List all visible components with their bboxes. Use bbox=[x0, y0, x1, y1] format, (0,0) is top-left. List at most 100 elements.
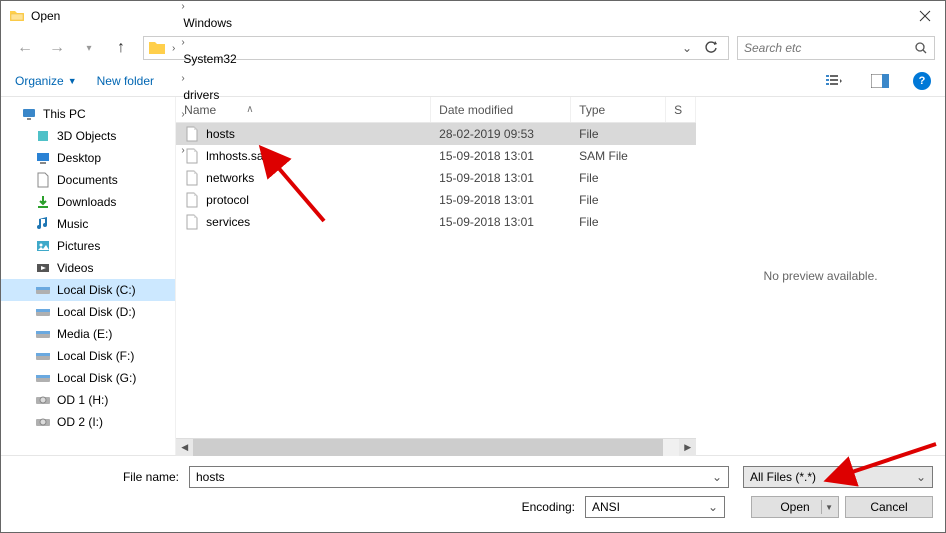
new-folder-button[interactable]: New folder bbox=[97, 74, 154, 88]
sidebar-item-this-pc[interactable]: This PC bbox=[1, 103, 175, 125]
filename-value[interactable]: hosts bbox=[196, 470, 712, 484]
column-size[interactable]: S bbox=[666, 97, 696, 122]
sidebar-item[interactable]: Media (E:) bbox=[1, 323, 175, 345]
file-type: File bbox=[571, 171, 666, 185]
address-bar[interactable]: › This PC›Local Disk (C:)›Windows›System… bbox=[143, 36, 729, 60]
open-button[interactable]: Open ▼ bbox=[751, 496, 839, 518]
column-type[interactable]: Type bbox=[571, 97, 666, 122]
sidebar-item[interactable]: Desktop bbox=[1, 147, 175, 169]
file-icon bbox=[184, 214, 200, 230]
sidebar-label: Media (E:) bbox=[57, 327, 112, 341]
file-list[interactable]: hosts28-02-2019 09:53File lmhosts.sam 15-0… bbox=[176, 123, 696, 438]
file-type: File bbox=[571, 215, 666, 229]
file-icon bbox=[184, 170, 200, 186]
videos-icon bbox=[35, 260, 51, 276]
preview-pane: No preview available. bbox=[696, 97, 945, 455]
help-button[interactable]: ? bbox=[913, 72, 931, 90]
music-icon bbox=[35, 216, 51, 232]
filter-value: All Files (*.*) bbox=[750, 470, 916, 484]
forward-button[interactable]: → bbox=[43, 35, 71, 61]
chevron-down-icon: ⌄ bbox=[916, 470, 926, 484]
organize-menu[interactable]: Organize ▼ bbox=[15, 74, 77, 88]
sidebar: This PC 3D ObjectsDesktop Documents Downlo… bbox=[1, 97, 175, 455]
refresh-button[interactable] bbox=[698, 41, 724, 55]
sidebar-item[interactable]: Local Disk (F:) bbox=[1, 345, 175, 367]
file-row[interactable]: networks 15-09-2018 13:01File bbox=[176, 167, 696, 189]
disk-icon bbox=[35, 370, 51, 386]
close-button[interactable] bbox=[905, 1, 945, 31]
search-box[interactable] bbox=[737, 36, 935, 60]
sidebar-label: Pictures bbox=[57, 239, 100, 253]
chevron-right-icon[interactable]: › bbox=[179, 1, 186, 12]
sidebar-item[interactable]: 3D Objects bbox=[1, 125, 175, 147]
file-icon bbox=[184, 126, 200, 142]
file-row[interactable]: protocol15-09-2018 13:01File bbox=[176, 189, 696, 211]
column-name[interactable]: Name ∧ bbox=[176, 97, 431, 122]
cancel-button[interactable]: Cancel bbox=[845, 496, 933, 518]
file-row[interactable]: hosts28-02-2019 09:53File bbox=[176, 123, 696, 145]
chevron-right-icon[interactable]: › bbox=[170, 43, 177, 54]
file-date: 15-09-2018 13:01 bbox=[431, 215, 571, 229]
optical-icon bbox=[35, 392, 51, 408]
pictures-icon bbox=[35, 238, 51, 254]
horizontal-scrollbar[interactable]: ◀ ▶ bbox=[176, 438, 696, 455]
search-input[interactable] bbox=[744, 41, 914, 55]
chevron-down-icon[interactable]: ⌄ bbox=[712, 470, 722, 484]
scroll-track[interactable] bbox=[193, 439, 679, 456]
scroll-left-button[interactable]: ◀ bbox=[176, 439, 193, 456]
file-type: SAM File bbox=[571, 149, 666, 163]
chevron-right-icon[interactable]: › bbox=[179, 37, 186, 48]
sidebar-item[interactable]: Local Disk (C:) bbox=[1, 279, 175, 301]
sidebar-label: This PC bbox=[43, 107, 86, 121]
sidebar-item[interactable]: OD 2 (I:) bbox=[1, 411, 175, 433]
sidebar-item[interactable]: Pictures bbox=[1, 235, 175, 257]
file-date: 15-09-2018 13:01 bbox=[431, 149, 571, 163]
chevron-down-icon: ▼ bbox=[825, 503, 833, 512]
folder-icon bbox=[9, 8, 25, 24]
sidebar-label: Music bbox=[57, 217, 88, 231]
sidebar-item[interactable]: Downloads bbox=[1, 191, 175, 213]
sidebar-label: Local Disk (D:) bbox=[57, 305, 136, 319]
breadcrumb-segment[interactable]: Windows bbox=[179, 12, 266, 34]
preview-pane-button[interactable] bbox=[867, 69, 893, 93]
file-type-filter[interactable]: All Files (*.*) ⌄ bbox=[743, 466, 933, 488]
filename-combo[interactable]: hosts ⌄ bbox=[189, 466, 729, 488]
sidebar-item[interactable]: Documents bbox=[1, 169, 175, 191]
folder-icon bbox=[148, 39, 166, 57]
back-button[interactable]: ← bbox=[11, 35, 39, 61]
encoding-value: ANSI bbox=[592, 500, 708, 514]
file-type: File bbox=[571, 193, 666, 207]
up-button[interactable]: ↑ bbox=[107, 35, 135, 61]
file-row[interactable]: services15-09-2018 13:01File bbox=[176, 211, 696, 233]
view-button[interactable] bbox=[821, 69, 847, 93]
file-date: 15-09-2018 13:01 bbox=[431, 171, 571, 185]
chevron-down-icon: ▼ bbox=[68, 76, 77, 86]
file-name: hosts bbox=[206, 127, 235, 141]
column-date[interactable]: Date modified bbox=[431, 97, 571, 122]
file-row[interactable]: lmhosts.sam 15-09-2018 13:01SAM File bbox=[176, 145, 696, 167]
encoding-combo[interactable]: ANSI ⌄ bbox=[585, 496, 725, 518]
scroll-thumb[interactable] bbox=[193, 439, 663, 456]
breadcrumb-segment[interactable]: System32 bbox=[179, 48, 266, 70]
nav-row: ← → ▾ ↑ › This PC›Local Disk (C:)›Window… bbox=[1, 31, 945, 65]
file-date: 15-09-2018 13:01 bbox=[431, 193, 571, 207]
file-pane: Name ∧ Date modified Type S hosts28-02-2… bbox=[175, 97, 696, 455]
organize-label: Organize bbox=[15, 74, 64, 88]
sidebar-item[interactable]: Local Disk (G:) bbox=[1, 367, 175, 389]
sidebar-label: Documents bbox=[57, 173, 118, 187]
address-dropdown[interactable]: ⌄ bbox=[678, 41, 696, 55]
sidebar-label: Local Disk (F:) bbox=[57, 349, 134, 363]
sidebar-item[interactable]: Videos bbox=[1, 257, 175, 279]
sidebar-item[interactable]: Music bbox=[1, 213, 175, 235]
pc-icon bbox=[21, 106, 37, 122]
sidebar-item[interactable]: OD 1 (H:) bbox=[1, 389, 175, 411]
chevron-down-icon: ⌄ bbox=[708, 500, 718, 514]
sort-indicator-icon: ∧ bbox=[246, 104, 253, 115]
file-name: networks bbox=[206, 171, 254, 185]
file-name: lmhosts.sam bbox=[206, 149, 273, 163]
chevron-right-icon[interactable]: › bbox=[179, 73, 186, 84]
recent-dropdown[interactable]: ▾ bbox=[75, 35, 103, 61]
sidebar-item[interactable]: Local Disk (D:) bbox=[1, 301, 175, 323]
main-area: This PC 3D ObjectsDesktop Documents Downlo… bbox=[1, 97, 945, 455]
scroll-right-button[interactable]: ▶ bbox=[679, 439, 696, 456]
